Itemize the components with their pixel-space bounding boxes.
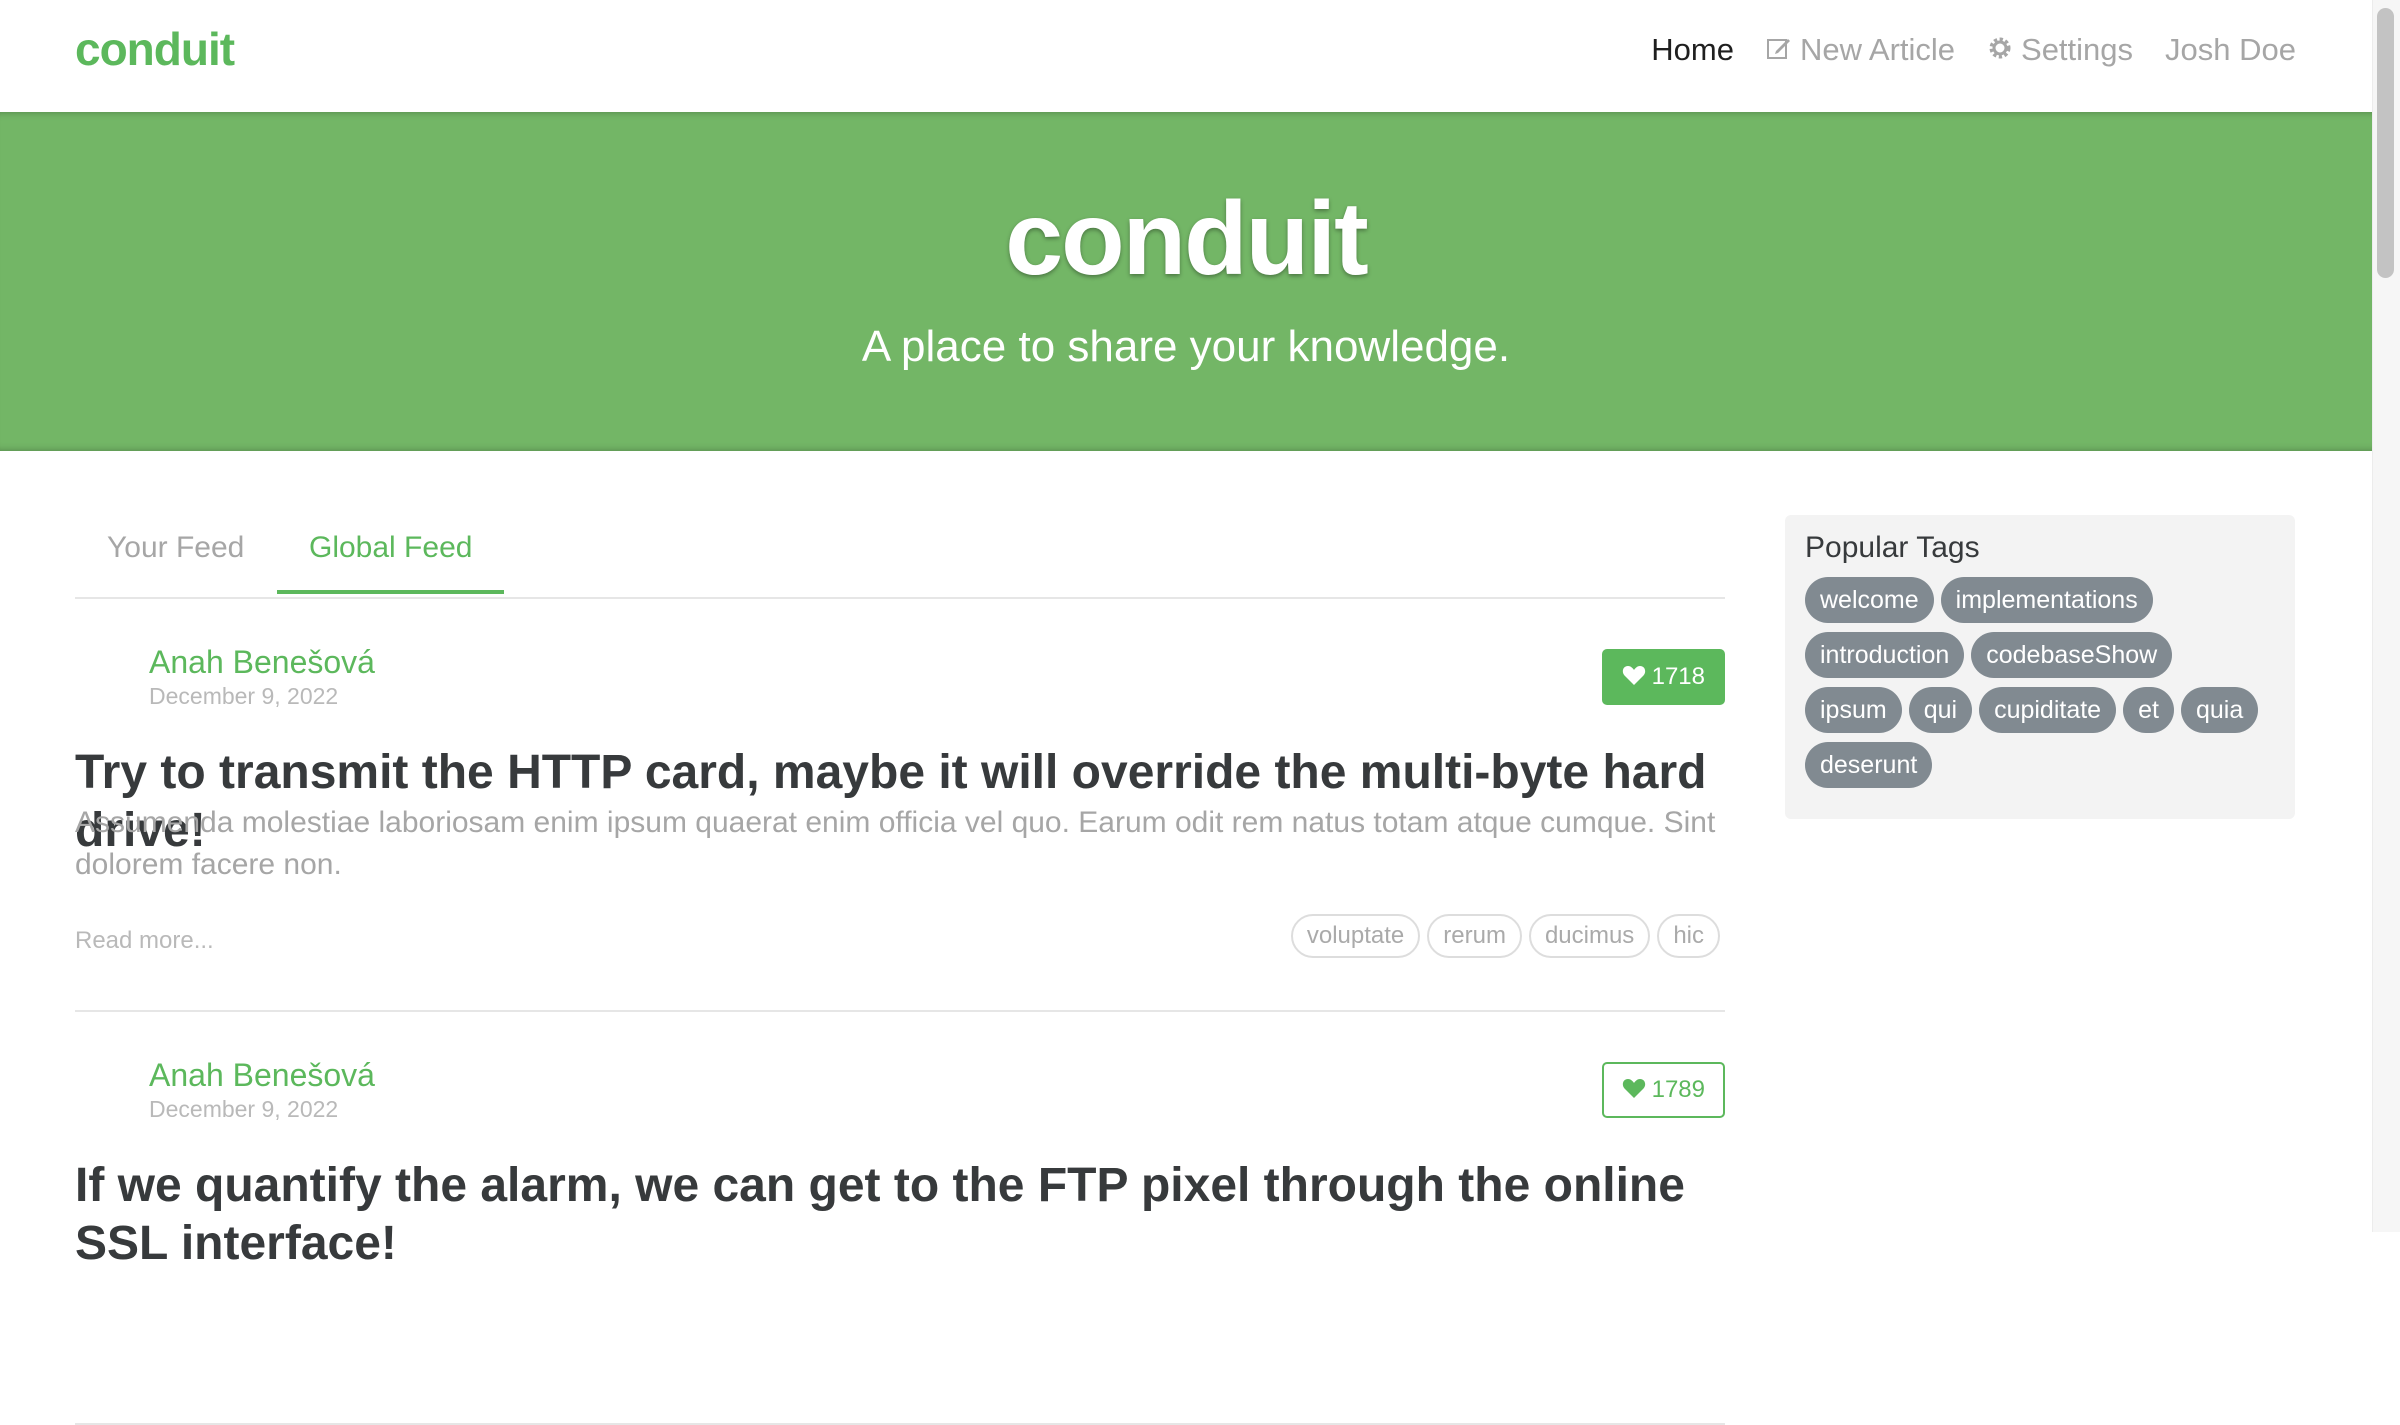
tag-pill[interactable]: ipsum (1805, 687, 1902, 733)
tag-pill[interactable]: qui (1908, 687, 1973, 733)
favorite-button[interactable]: 1718 (1601, 649, 1725, 705)
tag-pill[interactable]: introduction (1805, 632, 1965, 678)
tag-pill[interactable]: codebaseShow (1971, 632, 2173, 678)
nav-profile[interactable]: Josh Doe (2165, 32, 2296, 68)
nav-new-article-label: New Article (1799, 32, 1956, 67)
tag-pill[interactable]: cupiditate (1979, 687, 2117, 733)
heart-icon (1622, 663, 1646, 691)
favorite-count: 1718 (1651, 663, 1705, 690)
article-tag[interactable]: rerum (1427, 914, 1522, 958)
author-name[interactable]: Anah Benešová (149, 644, 375, 681)
article-title[interactable]: If we quantify the alarm, we can get to … (75, 1157, 1725, 1273)
heart-icon (1622, 1076, 1646, 1104)
sidebar-title: Popular Tags (1805, 531, 1980, 564)
nav-settings[interactable]: Settings (1987, 32, 2133, 68)
author-name[interactable]: Anah Benešová (149, 1057, 375, 1094)
popular-tags-sidebar: Popular Tags welcome implementations int… (1785, 515, 2295, 819)
article-description: Assumenda molestiae laboriosam enim ipsu… (75, 806, 1716, 881)
banner-subtitle: A place to share your knowledge. (861, 322, 1511, 371)
tab-global-feed[interactable]: Global Feed (277, 531, 505, 594)
nav-profile-label: Josh Doe (2165, 32, 2296, 67)
page-scrollbar-thumb[interactable] (2377, 8, 2394, 278)
gear-icon (1987, 35, 2013, 66)
article-preview: Anah Benešová December 9, 2022 1789 If w… (75, 1012, 1725, 1425)
article-preview: Anah Benešová December 9, 2022 1718 Try … (75, 599, 1725, 1012)
nav-home-label: Home (1651, 32, 1734, 67)
tag-pill[interactable]: et (2123, 687, 2174, 733)
favorite-count: 1789 (1651, 1076, 1705, 1103)
nav-settings-label: Settings (2021, 32, 2134, 67)
tag-cloud: welcome implementations introduction cod… (1805, 577, 2275, 788)
hero-banner: conduit A place to share your knowledge. (0, 112, 2372, 451)
tag-pill[interactable]: implementations (1940, 577, 2153, 623)
avatar[interactable] (75, 644, 139, 708)
favorite-button[interactable]: 1789 (1601, 1062, 1725, 1118)
nav-home[interactable]: Home (1651, 32, 1734, 68)
tag-pill[interactable]: quia (2180, 687, 2259, 733)
nav-new-article[interactable]: New Article (1766, 32, 1955, 68)
feed-tabs: Your Feed Global Feed (75, 515, 1725, 599)
article-date: December 9, 2022 (149, 1096, 339, 1122)
top-navbar: conduit Home New Article Settings Josh D… (0, 0, 2372, 112)
tab-your-feed[interactable]: Your Feed (75, 531, 276, 590)
read-more-link[interactable]: Read more... (75, 927, 214, 955)
article-feed: Your Feed Global Feed Anah Benešová Dece… (75, 515, 1725, 1425)
compose-icon (1766, 35, 1792, 66)
brand-logo[interactable]: conduit (75, 22, 235, 76)
article-tag[interactable]: hic (1657, 914, 1720, 958)
article-tag-list: voluptate rerum ducimus hic (1290, 914, 1720, 958)
tag-pill[interactable]: welcome (1805, 577, 1934, 623)
banner-title: conduit (1005, 181, 1368, 297)
article-tag[interactable]: ducimus (1528, 914, 1651, 958)
nav-links: Home New Article Settings Josh Doe (1651, 32, 2296, 68)
article-date: December 9, 2022 (149, 683, 339, 709)
article-tag[interactable]: voluptate (1290, 914, 1421, 958)
avatar[interactable] (75, 1057, 139, 1121)
tag-pill[interactable]: deserunt (1805, 742, 1933, 788)
